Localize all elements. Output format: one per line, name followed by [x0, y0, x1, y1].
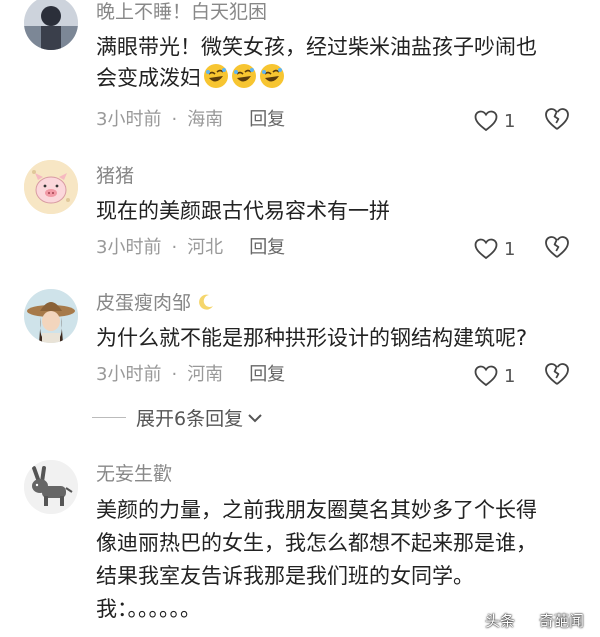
crescent-moon-icon	[199, 294, 214, 310]
like-count: 1	[504, 365, 516, 387]
heart-icon	[474, 365, 498, 387]
comment-meta: 3小时前 · 海南 回复	[96, 108, 285, 132]
rolling-on-floor-laughing-icon	[232, 64, 256, 88]
comment-text: 为什么就不能是那种拱形设计的钢结构建筑呢?	[96, 323, 576, 354]
reply-button[interactable]: 回复	[249, 237, 285, 258]
comment-location: 河南	[187, 364, 224, 385]
username[interactable]: 晚上不睡！白天犯困	[96, 0, 267, 24]
comment-time: 3小时前	[96, 109, 162, 130]
like-count: 1	[504, 110, 516, 132]
dislike-button[interactable]	[544, 362, 570, 388]
separator: ·	[171, 237, 178, 258]
comment-text: 满眼带光！微笑女孩，经过柴米油盐孩子吵闹也 会变成泼妇	[96, 32, 576, 94]
dislike-button[interactable]	[544, 235, 570, 261]
avatar-image-icon	[24, 0, 78, 50]
girl-with-hat-avatar-icon	[24, 289, 78, 343]
comment-time: 3小时前	[96, 364, 162, 385]
avatar[interactable]	[24, 460, 78, 514]
comment-text: 现在的美颜跟古代易容术有一拼	[96, 196, 576, 227]
watermark-prefix: 头条	[484, 612, 515, 630]
comment-location: 河北	[187, 237, 224, 258]
rolling-on-floor-laughing-icon	[260, 64, 284, 88]
watermark: 头条 奇葩闻	[485, 610, 584, 631]
rolling-on-floor-laughing-icon	[204, 64, 228, 88]
comment-meta: 3小时前 · 河北 回复	[96, 236, 285, 260]
pig-avatar-icon	[24, 160, 78, 214]
like-button[interactable]: 1	[474, 363, 515, 389]
comment-text-line: 结果我室友告诉我那是我们班的女同学。	[96, 564, 474, 588]
username[interactable]: 猪猪	[96, 164, 134, 188]
donkey-avatar-icon	[24, 460, 78, 514]
comment-meta: 3小时前 · 河南 回复	[96, 363, 285, 387]
broken-heart-icon	[545, 108, 569, 130]
like-button[interactable]: 1	[474, 236, 515, 262]
heart-icon	[474, 110, 498, 132]
separator: ·	[171, 364, 178, 385]
comment-time: 3小时前	[96, 237, 162, 258]
comment-text-fragment: 会变成泼妇	[96, 66, 201, 90]
like-count: 1	[504, 238, 516, 260]
at-sign-icon	[519, 613, 535, 628]
divider	[92, 417, 126, 418]
expand-replies-button[interactable]: 展开6条回复	[92, 404, 263, 431]
dislike-button[interactable]	[544, 107, 570, 133]
watermark-handle: 奇葩闻	[538, 612, 584, 630]
broken-heart-icon	[545, 236, 569, 258]
separator: ·	[171, 109, 178, 130]
comment-text-line: 为什么就不能是那种拱形设计的钢结构建筑呢?	[96, 326, 528, 350]
avatar[interactable]	[24, 0, 78, 50]
comment-text-line: 像迪丽热巴的女生，我怎么都想不起来那是谁，	[96, 531, 537, 555]
username[interactable]: 无妄生歡	[96, 462, 172, 486]
reply-button[interactable]: 回复	[249, 364, 285, 385]
like-button[interactable]: 1	[474, 108, 515, 134]
heart-icon	[474, 238, 498, 260]
username[interactable]: 皮蛋瘦肉邹	[96, 291, 215, 315]
avatar[interactable]	[24, 289, 78, 343]
reply-button[interactable]: 回复	[249, 109, 285, 130]
comment-location: 海南	[187, 109, 224, 130]
chevron-down-icon	[248, 413, 262, 422]
avatar[interactable]	[24, 160, 78, 214]
comment-text-line: 美颜的力量，之前我朋友圈莫名其妙多了个长得	[96, 498, 537, 522]
comment-text-line: 会变成泼妇	[96, 63, 576, 94]
comment-text-line: 满眼带光！微笑女孩，经过柴米油盐孩子吵闹也	[96, 35, 537, 59]
expand-replies-label: 展开6条回复	[136, 408, 244, 430]
broken-heart-icon	[545, 363, 569, 385]
username-text: 皮蛋瘦肉邹	[96, 292, 192, 314]
comment-text-line: 现在的美颜跟古代易容术有一拼	[96, 199, 390, 223]
comment-text: 美颜的力量，之前我朋友圈莫名其妙多了个长得 像迪丽热巴的女生，我怎么都想不起来那…	[96, 494, 576, 626]
